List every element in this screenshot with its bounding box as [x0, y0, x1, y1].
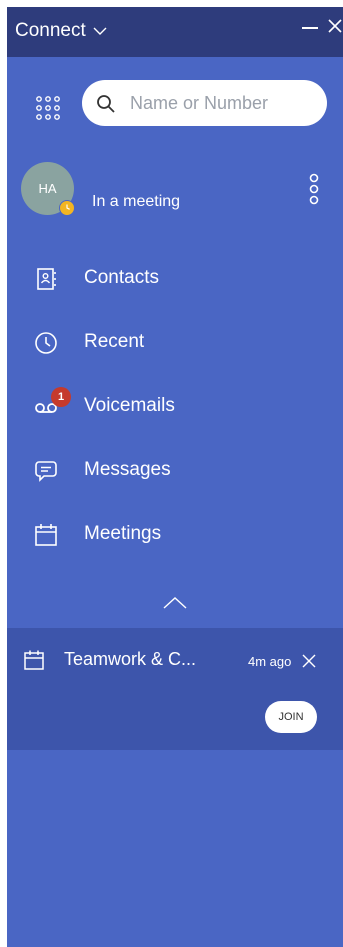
nav-item-meetings[interactable]: Meetings	[7, 501, 343, 565]
search-icon	[97, 95, 115, 113]
nav-item-voicemails[interactable]: 1 Voicemails	[7, 373, 343, 437]
minimize-icon[interactable]	[301, 19, 319, 37]
nav-item-label: Meetings	[84, 523, 162, 544]
join-button[interactable]: JOIN	[265, 701, 317, 733]
search-input[interactable]	[130, 86, 315, 120]
upcoming-meeting-card[interactable]: Teamwork & C... 4m ago JOIN	[7, 628, 343, 750]
nav-item-contacts[interactable]: Contacts	[7, 245, 343, 309]
search-box[interactable]	[82, 80, 327, 126]
title-bar: Connect	[7, 7, 343, 57]
contacts-book-icon	[37, 268, 56, 290]
meeting-title: Teamwork & C...	[64, 649, 197, 669]
meeting-time: 4m ago	[248, 654, 292, 669]
chevron-down-icon	[93, 27, 107, 35]
nav-item-label: Messages	[84, 459, 171, 480]
presence-status: In a meeting	[92, 193, 181, 210]
clock-presence-icon	[59, 200, 75, 216]
nav-item-label: Voicemails	[84, 395, 175, 416]
more-options-icon[interactable]	[308, 172, 320, 206]
nav-item-label: Contacts	[84, 267, 159, 288]
app-title: Connect	[15, 20, 86, 41]
nav-item-recent[interactable]: Recent	[7, 309, 343, 373]
clock-icon	[35, 332, 57, 354]
close-icon[interactable]	[301, 653, 317, 669]
nav-item-messages[interactable]: Messages	[7, 437, 343, 501]
calendar-icon	[35, 524, 57, 546]
chevron-up-icon[interactable]	[161, 593, 189, 613]
calendar-icon	[24, 650, 44, 670]
dialpad-icon[interactable]	[34, 95, 62, 123]
user-name	[92, 168, 282, 186]
main-navigation: Contacts Recent 1 Voicemails Messages Me…	[7, 245, 343, 565]
unread-count-badge: 1	[51, 387, 71, 407]
close-icon[interactable]	[327, 17, 343, 35]
avatar-initials: HA	[38, 181, 57, 196]
message-bubble-icon	[35, 461, 57, 482]
connect-app-window: Connect HA	[7, 7, 343, 947]
nav-item-label: Recent	[84, 331, 145, 352]
user-profile[interactable]: HA In a meeting	[21, 162, 321, 222]
app-title-menu[interactable]: Connect	[15, 20, 108, 42]
